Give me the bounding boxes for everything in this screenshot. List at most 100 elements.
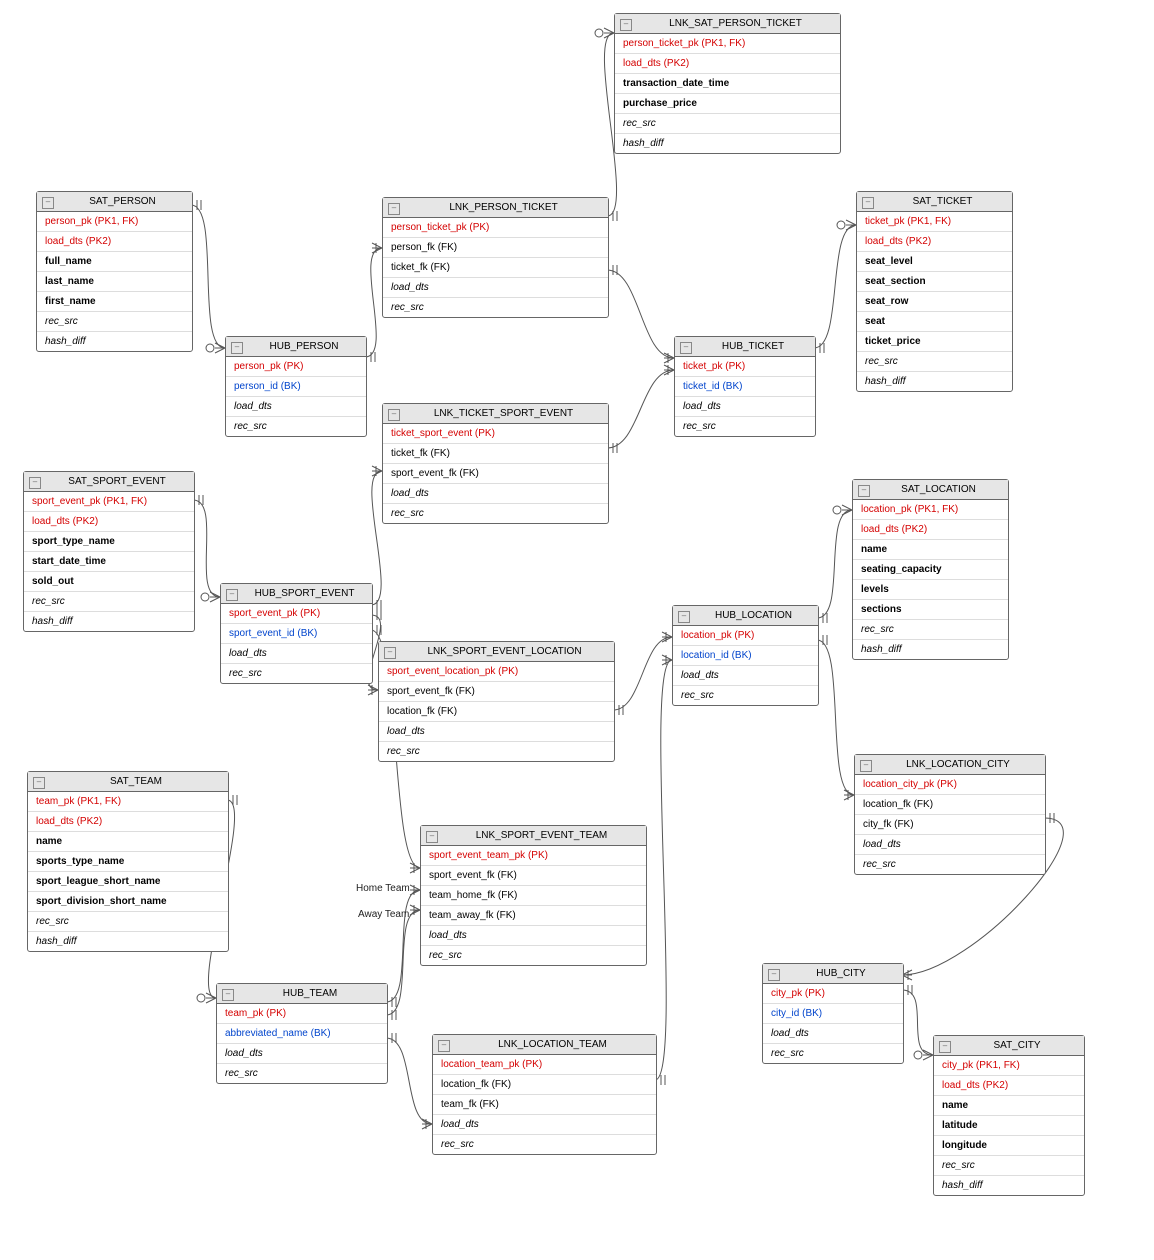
relationship-label-away: Away Team: [358, 909, 409, 920]
entity-column: city_pk (PK): [763, 984, 903, 1004]
entity-lnk_location_city[interactable]: – LNK_LOCATION_CITY location_city_pk (PK) l…: [854, 754, 1046, 875]
entity-sat_location[interactable]: –SAT_LOCATIONlocation_pk (PK1, FK)load_d…: [852, 479, 1009, 660]
collapse-icon[interactable]: –: [438, 1040, 450, 1052]
entity-header: – SAT_TEAM: [28, 772, 228, 792]
entity-column: person_id (BK): [226, 377, 366, 397]
entity-column: rec_src: [379, 742, 614, 761]
entity-column: load_dts: [421, 926, 646, 946]
entity-column: location_team_pk (PK): [433, 1055, 656, 1075]
entity-sat_city[interactable]: –SAT_CITYcity_pk (PK1, FK)load_dts (PK2)…: [933, 1035, 1085, 1196]
entity-column: rec_src: [857, 352, 1012, 372]
entity-column: rec_src: [221, 664, 372, 683]
collapse-icon[interactable]: –: [620, 19, 632, 31]
entity-header: –HUB_CITY: [763, 964, 903, 984]
collapse-icon[interactable]: –: [680, 342, 692, 354]
entity-title: LNK_SPORT_EVENT_TEAM: [476, 830, 608, 841]
collapse-icon[interactable]: –: [33, 777, 45, 789]
entity-lnk_sport_event_location[interactable]: –LNK_SPORT_EVENT_LOCATIONsport_event_loc…: [378, 641, 615, 762]
entity-header: –SAT_TICKET: [857, 192, 1012, 212]
entity-header: – LNK_LOCATION_CITY: [855, 755, 1045, 775]
entity-column: location_pk (PK): [673, 626, 818, 646]
entity-lnk_sport_event_team[interactable]: –LNK_SPORT_EVENT_TEAMsport_event_team_pk…: [420, 825, 647, 966]
collapse-icon[interactable]: –: [384, 647, 396, 659]
entity-title: LNK_PERSON_TICKET: [449, 202, 557, 213]
collapse-icon[interactable]: –: [388, 203, 400, 215]
entity-column: hash_diff: [37, 332, 192, 351]
entity-title: LNK_LOCATION_CITY: [906, 759, 1010, 770]
entity-column: team_fk (FK): [433, 1095, 656, 1115]
entity-column: person_pk (PK1, FK): [37, 212, 192, 232]
entity-sat_team[interactable]: –SAT_TEAMteam_pk (PK1, FK)load_dts (PK2)…: [27, 771, 229, 952]
entity-column: ticket_pk (PK1, FK): [857, 212, 1012, 232]
entity-header: –LNK_SAT_PERSON_TICKET: [615, 14, 840, 34]
entity-column: first_name: [37, 292, 192, 312]
collapse-icon[interactable]: –: [768, 969, 780, 981]
entity-column: location_pk (PK1, FK): [853, 500, 1008, 520]
entity-column: location_fk (FK): [433, 1075, 656, 1095]
entity-column: rec_src: [37, 312, 192, 332]
collapse-icon[interactable]: –: [226, 589, 238, 601]
entity-column: location_id (BK): [673, 646, 818, 666]
entity-sat_person[interactable]: – SAT_PERSON person_pk (PK1, FK)load_dts (…: [36, 191, 193, 352]
entity-column: load_dts (PK2): [37, 232, 192, 252]
entity-column: load_dts: [379, 722, 614, 742]
collapse-icon[interactable]: –: [862, 197, 874, 209]
entity-title: SAT_TEAM: [110, 776, 162, 787]
entity-lnk_sat_person_ticket[interactable]: –LNK_SAT_PERSON_TICKETperson_ticket_pk (…: [614, 13, 841, 154]
collapse-icon[interactable]: –: [231, 342, 243, 354]
collapse-icon[interactable]: –: [222, 989, 234, 1001]
entity-title: HUB_LOCATION: [715, 610, 792, 621]
entity-column: sports_type_name: [28, 852, 228, 872]
entity-column: location_city_pk (PK): [855, 775, 1045, 795]
entity-title: LNK_LOCATION_TEAM: [498, 1039, 607, 1050]
collapse-icon[interactable]: –: [939, 1041, 951, 1053]
entity-lnk_ticket_sport_event[interactable]: –LNK_TICKET_SPORT_EVENTticket_sport_even…: [382, 403, 609, 524]
entity-hub_location[interactable]: – HUB_LOCATION location_pk (PK)location_id…: [672, 605, 819, 706]
entity-header: –HUB_PERSON: [226, 337, 366, 357]
entity-column: load_dts: [763, 1024, 903, 1044]
entity-header: –SAT_SPORT_EVENT: [24, 472, 194, 492]
entity-hub_ticket[interactable]: –HUB_TICKETticket_pk (PK)ticket_id (BK)l…: [674, 336, 816, 437]
collapse-icon[interactable]: –: [388, 409, 400, 421]
collapse-icon[interactable]: –: [860, 760, 872, 772]
entity-hub_sport_event[interactable]: –HUB_SPORT_EVENTsport_event_pk (PK)sport…: [220, 583, 373, 684]
entity-column: latitude: [934, 1116, 1084, 1136]
entity-column: hash_diff: [28, 932, 228, 951]
entity-column: load_dts: [383, 484, 608, 504]
entity-lnk_location_team[interactable]: – LNK_LOCATION_TEAM location_team_pk (PK)l…: [432, 1034, 657, 1155]
entity-column: load_dts (PK2): [24, 512, 194, 532]
entity-hub_city[interactable]: –HUB_CITYcity_pk (PK)city_id (BK)load_dt…: [762, 963, 904, 1064]
collapse-icon[interactable]: –: [42, 197, 54, 209]
entity-column: ticket_price: [857, 332, 1012, 352]
entity-column: sport_event_pk (PK1, FK): [24, 492, 194, 512]
entity-column: ticket_pk (PK): [675, 357, 815, 377]
entity-title: SAT_PERSON: [89, 196, 156, 207]
entity-column: sections: [853, 600, 1008, 620]
collapse-icon[interactable]: –: [29, 477, 41, 489]
entity-column: seat: [857, 312, 1012, 332]
entity-column: load_dts: [217, 1044, 387, 1064]
entity-hub_team[interactable]: –HUB_TEAMteam_pk (PK)abbreviated_name (B…: [216, 983, 388, 1084]
entity-column: rec_src: [855, 855, 1045, 874]
entity-hub_person[interactable]: –HUB_PERSONperson_pk (PK)person_id (BK)l…: [225, 336, 367, 437]
entity-column: team_pk (PK1, FK): [28, 792, 228, 812]
entity-header: – LNK_PERSON_TICKET: [383, 198, 608, 218]
entity-column: ticket_fk (FK): [383, 258, 608, 278]
entity-column: full_name: [37, 252, 192, 272]
collapse-icon[interactable]: –: [426, 831, 438, 843]
entity-column: seat_level: [857, 252, 1012, 272]
entity-column: city_fk (FK): [855, 815, 1045, 835]
collapse-icon[interactable]: –: [858, 485, 870, 497]
entity-column: name: [28, 832, 228, 852]
entity-column: rec_src: [433, 1135, 656, 1154]
entity-sat_ticket[interactable]: –SAT_TICKETticket_pk (PK1, FK)load_dts (…: [856, 191, 1013, 392]
entity-sat_sport_event[interactable]: –SAT_SPORT_EVENTsport_event_pk (PK1, FK)…: [23, 471, 195, 632]
entity-column: rec_src: [383, 504, 608, 523]
collapse-icon[interactable]: –: [678, 611, 690, 623]
entity-lnk_person_ticket[interactable]: –LNK_PERSON_TICKETperson_ticket_pk (PK)p…: [382, 197, 609, 318]
entity-column: sport_event_location_pk (PK): [379, 662, 614, 682]
entity-column: load_dts: [855, 835, 1045, 855]
entity-column: hash_diff: [934, 1176, 1084, 1195]
entity-column: seat_section: [857, 272, 1012, 292]
entity-column: rec_src: [24, 592, 194, 612]
